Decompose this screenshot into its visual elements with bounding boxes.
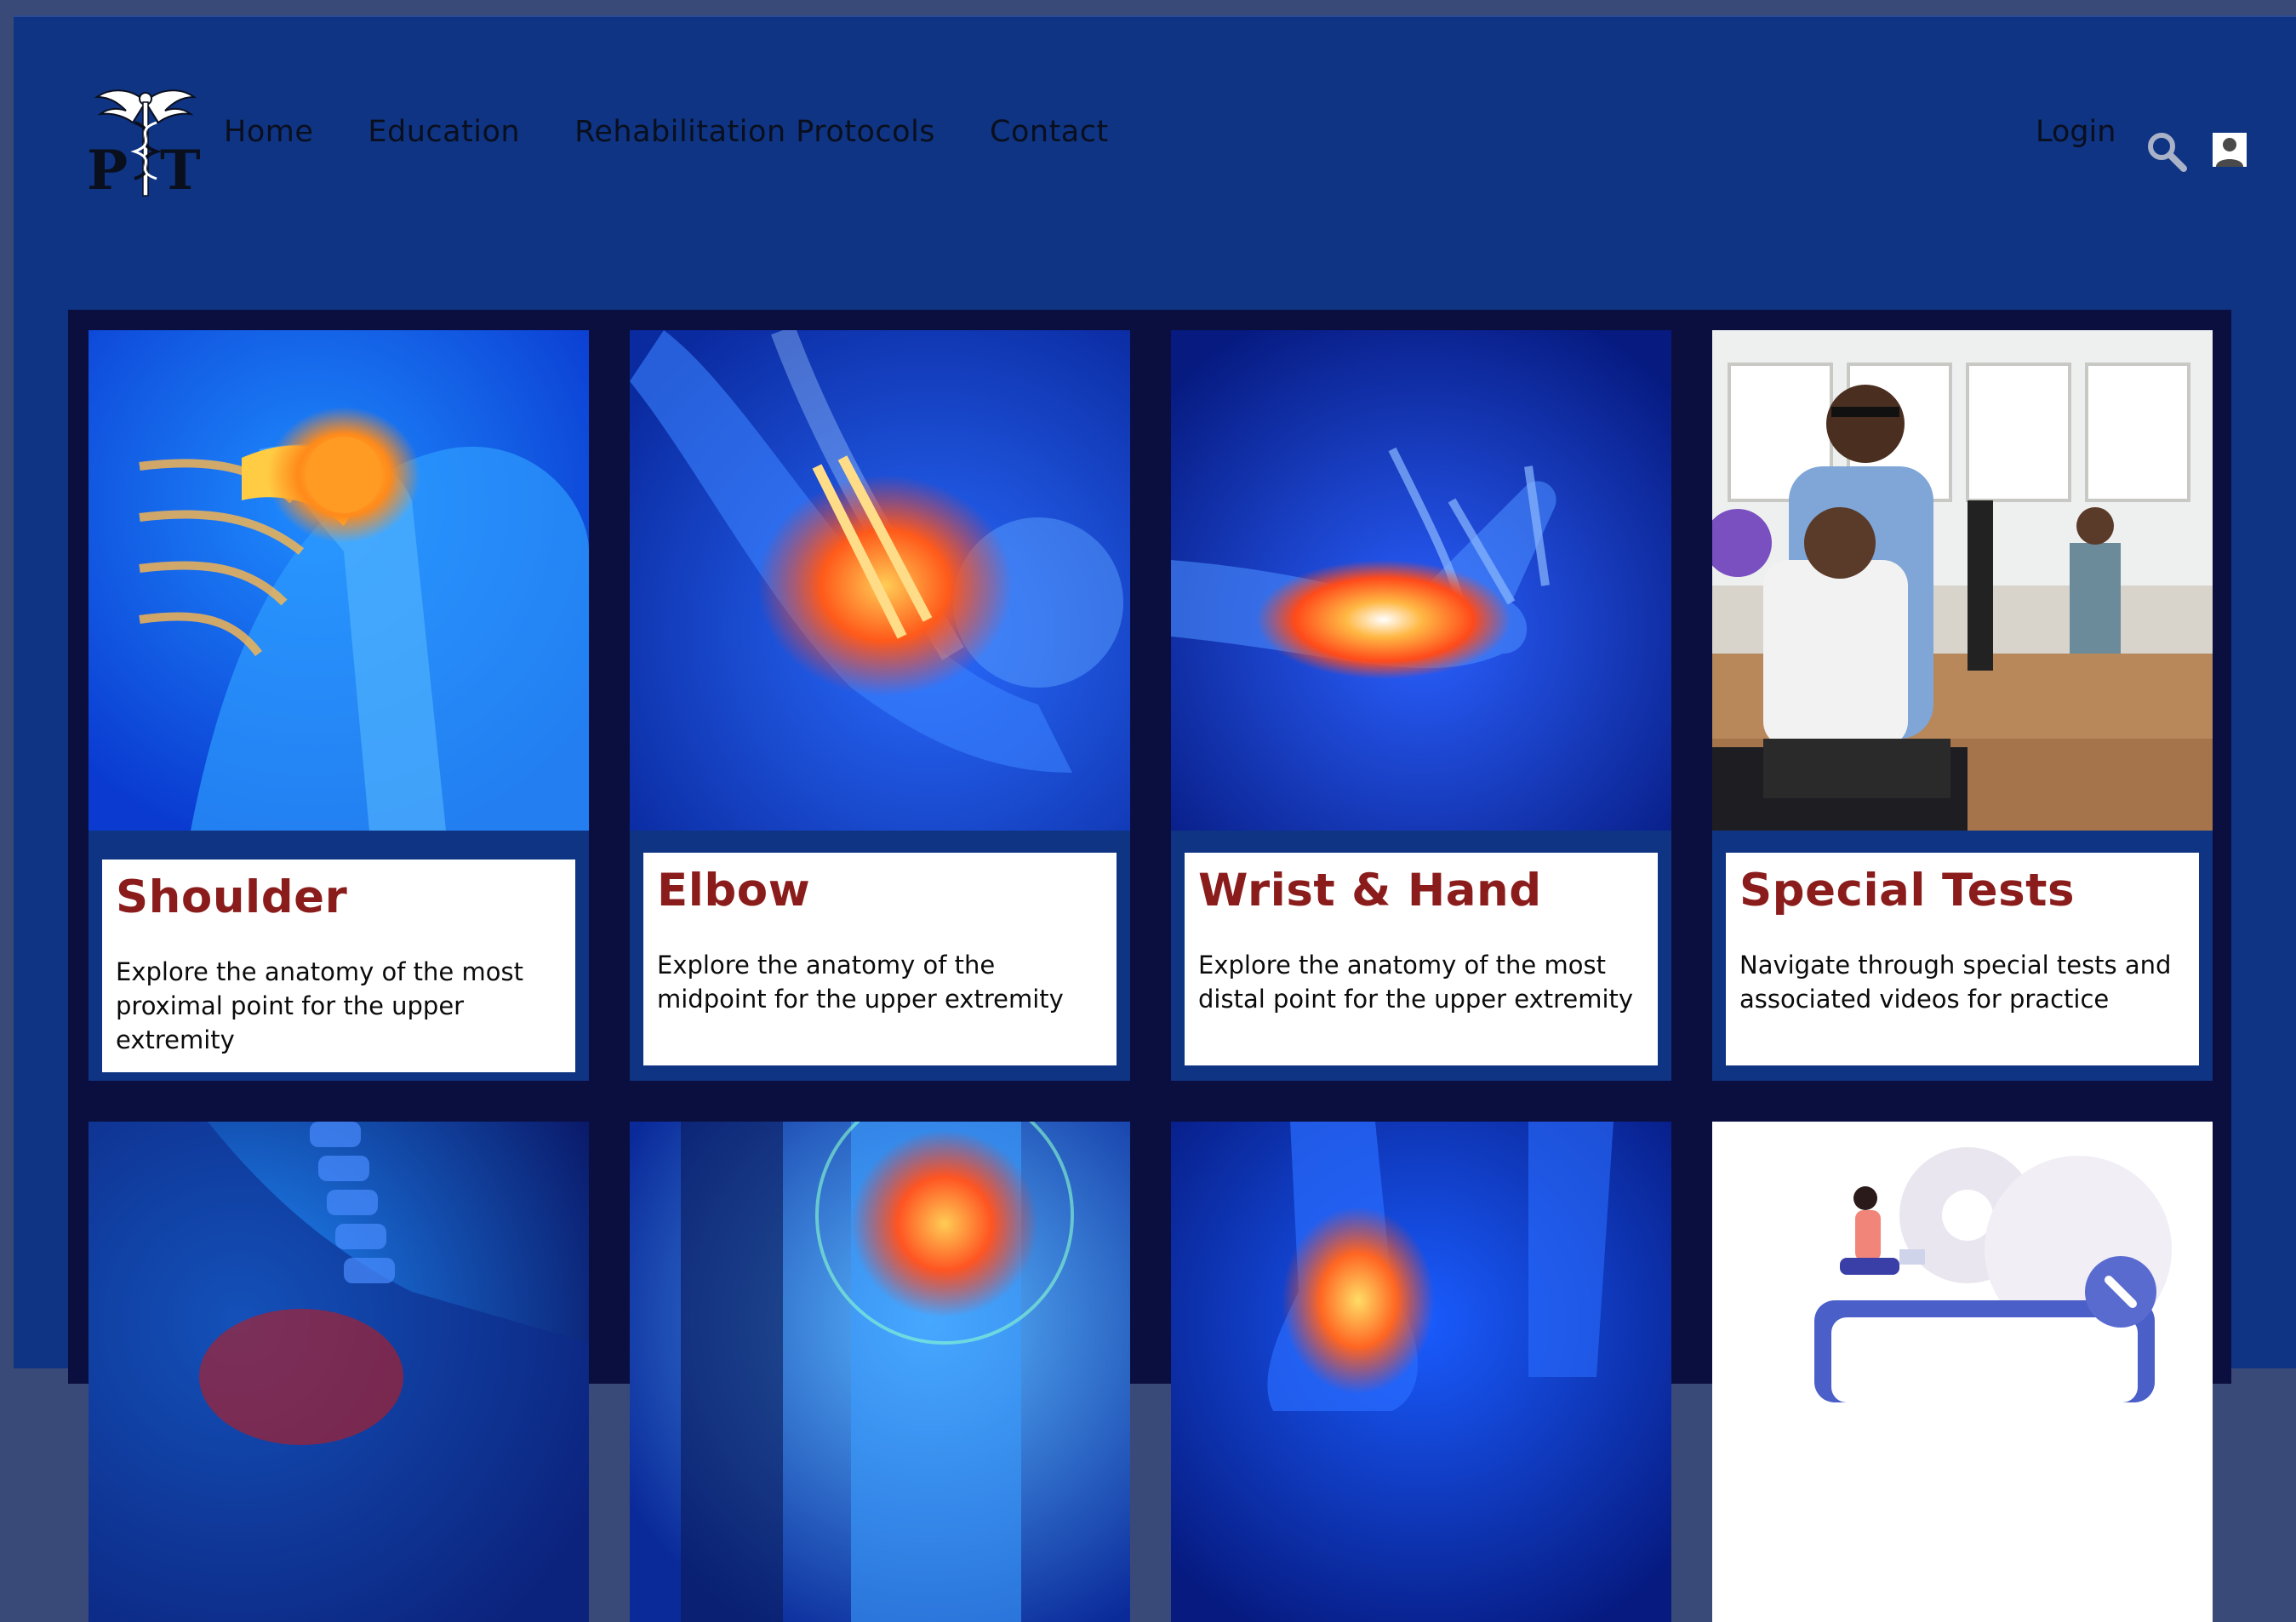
logo-letter-t: T: [160, 139, 201, 203]
wrist-hand-card-description: Explore the anatomy of the most distal p…: [1198, 951, 1634, 1014]
wrist-hand-xray-image: [1171, 330, 1671, 831]
ankle-xray-image: [1171, 1122, 1671, 1622]
therapist-photo-image: [1712, 330, 2213, 831]
wrist-hand-card-title: Wrist & Hand: [1198, 865, 1542, 917]
tools-card[interactable]: [1712, 1122, 2213, 1622]
login-link[interactable]: Login: [2036, 117, 2116, 147]
nav-rehabilitation-protocols-link[interactable]: Rehabilitation Protocols: [574, 117, 935, 147]
main-nav: Home Education Rehabilitation Protocols …: [224, 117, 1163, 147]
anatomy-card-grid: Shoulder Explore the anatomy of the most…: [68, 310, 2231, 1622]
special-tests-card-body: Special Tests Navigate through special t…: [1726, 853, 2199, 1065]
wrist-hand-card-body: Wrist & Hand Explore the anatomy of the …: [1185, 853, 1658, 1065]
search-icon[interactable]: [2146, 131, 2187, 172]
wrist-hand-card[interactable]: Wrist & Hand Explore the anatomy of the …: [1171, 330, 1671, 1081]
nav-contact-link[interactable]: Contact: [990, 117, 1109, 147]
browser-window: P T Home Education Rehabilitation Protoc…: [14, 15, 2296, 1622]
logo-letter-p: P: [87, 139, 128, 203]
elbow-card-title: Elbow: [657, 865, 811, 917]
ankle-card[interactable]: [1171, 1122, 1671, 1622]
user-icon[interactable]: [2213, 133, 2247, 167]
knee-card[interactable]: [630, 1122, 1130, 1622]
elbow-card[interactable]: Elbow Explore the anatomy of the midpoin…: [630, 330, 1130, 1081]
special-tests-card-description: Navigate through special tests and assoc…: [1739, 951, 2172, 1014]
shoulder-card-title: Shoulder: [116, 871, 348, 923]
nav-education-link[interactable]: Education: [368, 117, 520, 147]
elbow-card-body: Elbow Explore the anatomy of the midpoin…: [643, 853, 1117, 1065]
shoulder-xray-image: [89, 330, 589, 831]
spine-xray-image: [89, 1122, 589, 1622]
shoulder-card[interactable]: Shoulder Explore the anatomy of the most…: [89, 330, 589, 1081]
elbow-xray-image: [630, 330, 1130, 831]
nav-home-link[interactable]: Home: [224, 117, 313, 147]
shoulder-card-description: Explore the anatomy of the most proximal…: [116, 957, 523, 1054]
shoulder-card-body: Shoulder Explore the anatomy of the most…: [102, 860, 575, 1072]
elbow-card-description: Explore the anatomy of the midpoint for …: [657, 951, 1064, 1014]
tools-illustration-image: [1712, 1122, 2213, 1622]
caduceus-logo-icon[interactable]: P T: [82, 78, 209, 206]
special-tests-card-title: Special Tests: [1739, 865, 2076, 917]
spine-card[interactable]: [89, 1122, 589, 1622]
knee-xray-image: [630, 1122, 1130, 1622]
special-tests-card[interactable]: Special Tests Navigate through special t…: [1712, 330, 2213, 1081]
